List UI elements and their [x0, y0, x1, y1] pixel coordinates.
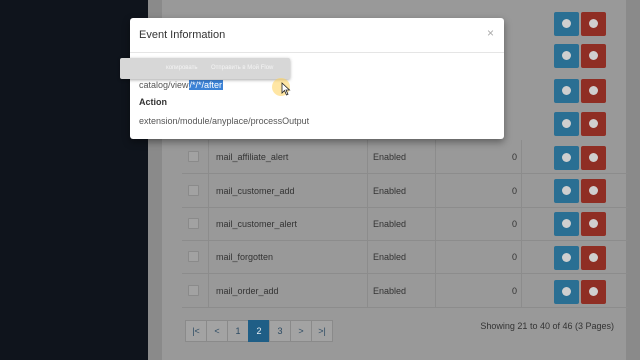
- event-sort-order: 0: [436, 140, 522, 174]
- delete-button[interactable]: [581, 79, 606, 103]
- sidebar: [0, 0, 148, 360]
- delete-button[interactable]: [581, 280, 606, 304]
- event-sort-order: 0: [436, 240, 522, 274]
- pagination-info: Showing 21 to 40 of 46 (3 Pages): [480, 321, 614, 331]
- event-status: Enabled: [368, 207, 436, 241]
- delete-button[interactable]: [581, 12, 606, 36]
- delete-button[interactable]: [581, 44, 606, 68]
- event-status: Enabled: [368, 174, 436, 208]
- selection-context-toolbar: копировать Отправить в Мой Flow: [120, 58, 290, 79]
- info-button[interactable]: [554, 146, 579, 170]
- event-status: Enabled: [368, 140, 436, 174]
- event-status: Enabled: [368, 240, 436, 274]
- modal-title: Event Information: [139, 29, 226, 41]
- page-last-link[interactable]: >|: [311, 320, 333, 342]
- info-button[interactable]: [554, 212, 579, 236]
- event-code: mail_customer_alert: [208, 207, 368, 241]
- delete-button[interactable]: [581, 212, 606, 236]
- selected-text: /*/*/after: [188, 80, 224, 90]
- row-checkbox[interactable]: [188, 185, 199, 196]
- event-sort-order: 0: [436, 207, 522, 241]
- info-button[interactable]: [554, 12, 579, 36]
- event-sort-order: 0: [436, 174, 522, 208]
- pagination: |< < 1 2 3 > >|: [185, 320, 333, 342]
- modal-header: Event Information ×: [130, 18, 504, 53]
- copy-button[interactable]: копировать: [120, 58, 205, 79]
- event-code: mail_order_add: [208, 274, 368, 308]
- delete-button[interactable]: [581, 246, 606, 270]
- info-button[interactable]: [554, 44, 579, 68]
- info-button[interactable]: [554, 79, 579, 103]
- row-checkbox[interactable]: [188, 151, 199, 162]
- page-first-link[interactable]: |<: [185, 320, 207, 342]
- event-code: mail_customer_add: [208, 174, 368, 208]
- info-button[interactable]: [554, 179, 579, 203]
- page-next-link[interactable]: >: [290, 320, 312, 342]
- event-status: Enabled: [368, 274, 436, 308]
- page-3-link[interactable]: 3: [269, 320, 291, 342]
- page-2-current[interactable]: 2: [248, 320, 270, 342]
- close-icon[interactable]: ×: [487, 26, 494, 40]
- page-1-link[interactable]: 1: [227, 320, 249, 342]
- trigger-prefix: catalog/view: [139, 80, 189, 90]
- delete-button[interactable]: [581, 179, 606, 203]
- delete-button[interactable]: [581, 146, 606, 170]
- event-code: mail_affiliate_alert: [208, 140, 368, 174]
- info-button[interactable]: [554, 246, 579, 270]
- mouse-cursor-icon: [281, 82, 291, 96]
- trigger-value: catalog/view/*/*/after: [139, 78, 495, 96]
- action-value: extension/module/anyplace/processOutput: [139, 116, 310, 126]
- event-sort-order: 0: [436, 274, 522, 308]
- event-code: mail_forgotten: [208, 240, 368, 274]
- delete-button[interactable]: [581, 112, 606, 136]
- action-label: Action: [139, 97, 167, 107]
- send-to-flow-button[interactable]: Отправить в Мой Flow: [205, 58, 273, 79]
- info-button[interactable]: [554, 112, 579, 136]
- row-checkbox[interactable]: [188, 251, 199, 262]
- page-prev-link[interactable]: <: [206, 320, 228, 342]
- row-checkbox[interactable]: [188, 218, 199, 229]
- info-button[interactable]: [554, 280, 579, 304]
- row-checkbox[interactable]: [188, 285, 199, 296]
